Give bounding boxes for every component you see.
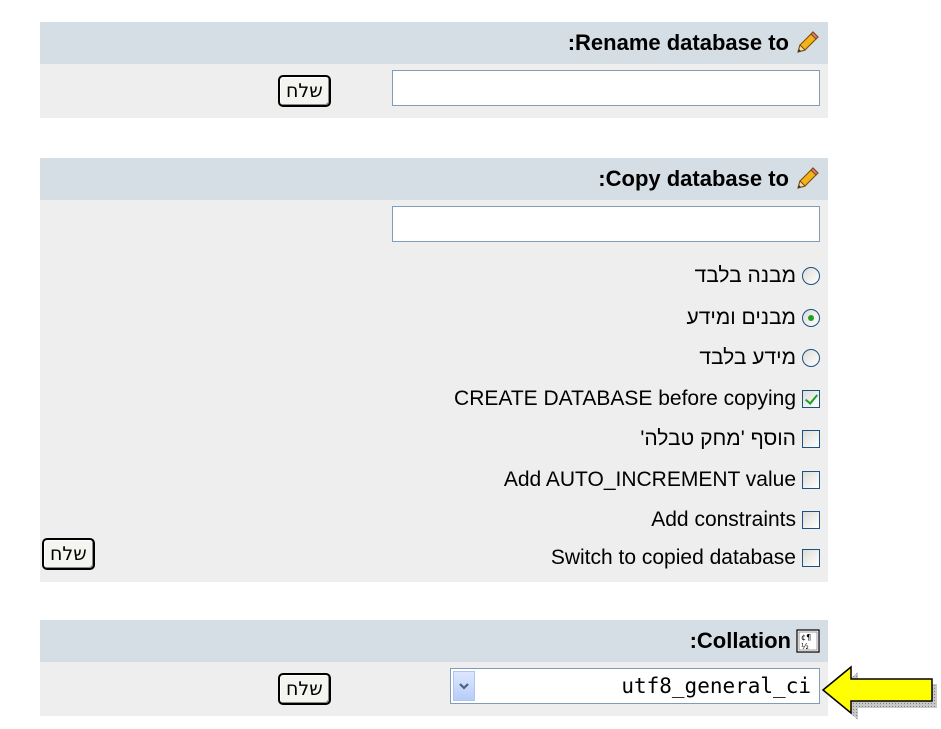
option-switch-database[interactable]: Switch to copied database xyxy=(551,542,820,574)
add-constraints-checkbox[interactable] xyxy=(802,511,820,529)
collation-select-value: utf8_general_ci xyxy=(621,674,811,698)
collation-header: :Collation ¢¶ ½ xyxy=(40,620,828,662)
auto-increment-checkbox[interactable] xyxy=(802,471,820,489)
option-label: מבנים ומידע xyxy=(686,306,796,329)
collation-go-button[interactable]: שלח xyxy=(278,673,331,705)
rename-database-input[interactable] xyxy=(392,70,820,106)
option-add-drop-table[interactable]: הוסף 'מחק טבלה' xyxy=(640,423,820,455)
option-create-database[interactable]: CREATE DATABASE before copying xyxy=(454,383,820,415)
copy-database-title: :Copy database to xyxy=(598,166,789,191)
option-data-only[interactable]: מידע בלבד xyxy=(699,342,820,374)
rename-database-header: :Rename database to xyxy=(40,22,828,64)
switch-database-checkbox[interactable] xyxy=(802,549,820,567)
rename-database-title: :Rename database to xyxy=(567,30,789,55)
collation-title: :Collation xyxy=(689,628,791,653)
rename-go-button[interactable]: שלח xyxy=(278,75,331,107)
option-structure-only[interactable]: מבנה בלבד xyxy=(695,260,820,292)
add-drop-table-checkbox[interactable] xyxy=(802,430,820,448)
pencil-icon xyxy=(794,166,820,192)
arrow-left-icon xyxy=(821,665,937,720)
option-label: CREATE DATABASE before copying xyxy=(454,387,796,410)
svg-text:¢¶: ¢¶ xyxy=(801,633,811,642)
option-auto-increment[interactable]: Add AUTO_INCREMENT value xyxy=(504,464,820,496)
collation-panel: :Collation ¢¶ ½ utf8_general_ci שלח xyxy=(40,620,828,716)
option-label: מידע בלבד xyxy=(699,346,796,369)
chevron-down-icon[interactable] xyxy=(453,671,475,701)
structure-only-radio[interactable] xyxy=(802,267,820,285)
option-label: Add AUTO_INCREMENT value xyxy=(503,468,796,491)
option-add-constraints[interactable]: Add constraints xyxy=(651,504,820,536)
option-label: Add constraints xyxy=(651,508,796,531)
option-label: הוסף 'מחק טבלה' xyxy=(640,427,796,450)
option-label: מבנה בלבד xyxy=(694,264,796,287)
option-label: Switch to copied database xyxy=(550,546,796,569)
data-only-radio[interactable] xyxy=(802,349,820,367)
svg-text:½: ½ xyxy=(801,642,809,651)
operations-page: :Rename database to שלח :Copy database t… xyxy=(0,0,941,729)
copy-database-input[interactable] xyxy=(392,206,820,242)
copy-go-button[interactable]: שלח xyxy=(42,538,95,570)
rename-database-panel: :Rename database to שלח xyxy=(40,22,828,118)
copy-database-panel: :Copy database to מבנה בלבד מבנים ומידע … xyxy=(40,158,828,582)
collation-select[interactable]: utf8_general_ci xyxy=(450,668,820,704)
copy-database-header: :Copy database to xyxy=(40,158,828,200)
create-database-checkbox[interactable] xyxy=(802,390,820,408)
pencil-icon xyxy=(794,30,820,56)
charset-icon: ¢¶ ½ xyxy=(796,629,820,653)
option-structure-and-data[interactable]: מבנים ומידע xyxy=(687,302,820,334)
structure-and-data-radio[interactable] xyxy=(802,309,820,327)
